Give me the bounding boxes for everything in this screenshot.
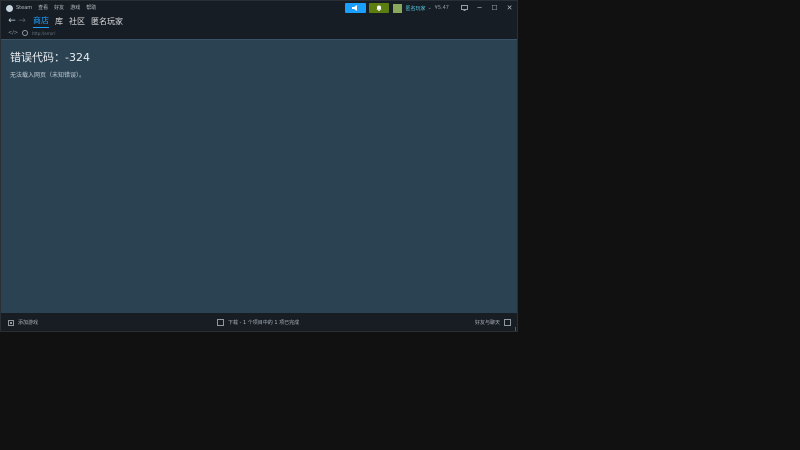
globe-icon — [22, 30, 28, 36]
tab-store[interactable]: 商店 — [33, 15, 49, 28]
title-bar: Steam 查看 好友 游戏 帮助 匿名玩家 ⌄ ¥5.47 ─ ☐ ✕ — [1, 1, 517, 15]
forward-arrow-icon[interactable]: → — [17, 15, 27, 28]
title-bar-right: 匿名玩家 ⌄ ¥5.47 ─ ☐ ✕ — [345, 1, 517, 15]
megaphone-icon — [352, 5, 358, 11]
minimize-button[interactable]: ─ — [472, 1, 487, 15]
menu-help[interactable]: 帮助 — [86, 1, 96, 15]
chat-icon — [504, 319, 511, 326]
status-bar: 添加游戏 下载 - 1 个项目中的 1 项已完成 好友与聊天 — [1, 313, 517, 331]
add-game-label: 添加游戏 — [18, 320, 39, 326]
friends-chat-label: 好友与聊天 — [474, 320, 500, 326]
friends-chat-button[interactable]: 好友与聊天 — [475, 319, 511, 326]
code-icon[interactable]: </> — [8, 30, 18, 36]
steam-window: Steam 查看 好友 游戏 帮助 匿名玩家 ⌄ ¥5.47 ─ ☐ ✕ ← →… — [0, 0, 518, 332]
downloads-label: 下载 - 1 个项目中的 1 项已完成 — [228, 320, 300, 326]
menu-friends[interactable]: 好友 — [54, 1, 64, 15]
menu-steam[interactable]: Steam — [16, 1, 32, 15]
plus-square-icon — [8, 319, 14, 326]
back-arrow-icon[interactable]: ← — [7, 15, 17, 28]
tab-community[interactable]: 社区 — [69, 16, 85, 28]
menu-view[interactable]: 查看 — [38, 1, 48, 15]
error-title: 错误代码：-324 — [10, 51, 90, 64]
tab-library[interactable]: 库 — [55, 16, 63, 28]
close-button[interactable]: ✕ — [502, 1, 517, 15]
download-icon — [217, 319, 224, 326]
account-dropdown-icon[interactable]: ⌄ — [427, 5, 431, 11]
account-name[interactable]: 匿名玩家 — [405, 5, 425, 12]
menu-games[interactable]: 游戏 — [70, 1, 80, 15]
add-game-button[interactable]: 添加游戏 — [8, 319, 38, 326]
notifications-button[interactable] — [369, 3, 390, 13]
browser-content: 错误代码：-324 无法载入网页（未知错误）。 — [1, 39, 517, 313]
avatar[interactable] — [393, 3, 403, 13]
monitor-icon — [461, 5, 468, 11]
resize-grip[interactable] — [511, 327, 516, 331]
url-text[interactable]: http://error/ — [32, 31, 55, 36]
wallet-balance: ¥5.47 — [434, 5, 449, 11]
downloads-status[interactable]: 下载 - 1 个项目中的 1 项已完成 — [217, 319, 299, 326]
url-bar: </> http://error/ — [1, 28, 517, 38]
announcements-button[interactable] — [345, 3, 367, 13]
bell-icon — [376, 5, 382, 11]
tab-profile[interactable]: 匿名玩家 — [91, 16, 123, 28]
steam-logo-icon[interactable] — [6, 4, 13, 12]
maximize-button[interactable]: ☐ — [487, 1, 502, 15]
big-picture-button[interactable] — [457, 1, 472, 15]
nav-bar: ← → 商店 库 社区 匿名玩家 — [1, 15, 517, 28]
error-description: 无法载入网页（未知错误）。 — [10, 72, 86, 79]
